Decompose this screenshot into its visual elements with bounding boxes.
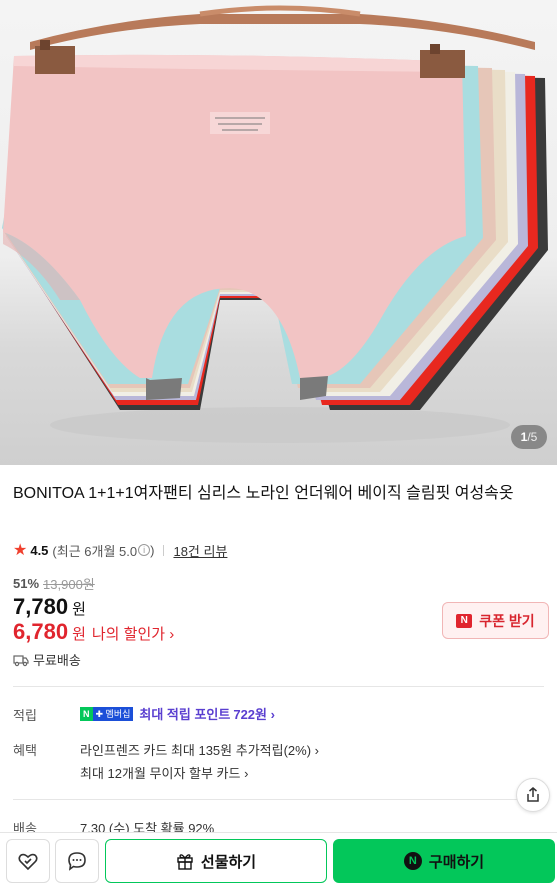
panty-stack bbox=[2, 54, 548, 410]
review-link[interactable]: 18건 리뷰 bbox=[173, 541, 227, 560]
divider bbox=[13, 799, 544, 800]
image-counter-current: 1 bbox=[520, 430, 528, 444]
rating-recent-end: ) bbox=[150, 542, 155, 558]
product-image-gallery[interactable]: 1 / 5 bbox=[0, 0, 557, 465]
wishlist-icon bbox=[18, 853, 38, 871]
coupon-button[interactable]: N 쿠폰 받기 bbox=[442, 602, 549, 639]
rating-row: ★ 4.5 (최근 6개월 5.0 i ) 18건 리뷰 bbox=[13, 540, 227, 560]
my-price: 6,780 bbox=[13, 619, 69, 644]
share-button[interactable] bbox=[516, 778, 550, 812]
image-counter-total: 5 bbox=[530, 430, 538, 444]
truck-icon bbox=[13, 654, 29, 666]
benefit-installment[interactable]: 최대 12개월 무이자 할부 카드 › bbox=[80, 763, 248, 782]
points-value: 722원 › bbox=[233, 707, 275, 722]
chat-icon bbox=[68, 852, 86, 871]
rating-score: 4.5 bbox=[30, 542, 49, 558]
shipping-row: 무료배송 bbox=[13, 650, 81, 669]
discount-row: 51% 13,900원 bbox=[13, 574, 95, 593]
my-price-row[interactable]: 6,780 원 나의 할인가 › bbox=[13, 619, 174, 645]
rating-recent: (최근 6개월 5.0 bbox=[52, 543, 138, 559]
my-price-label[interactable]: 나의 할인가 › bbox=[92, 623, 174, 644]
points-text: 최대 적립 포인트 bbox=[139, 707, 231, 722]
naver-n-badge: N bbox=[80, 706, 93, 721]
gift-label: 선물하기 bbox=[200, 853, 257, 871]
chat-button[interactable] bbox=[55, 839, 99, 883]
my-price-unit: 원 bbox=[72, 626, 86, 643]
membership-badge: ✚ 멤버십 bbox=[92, 706, 134, 721]
gift-icon bbox=[177, 854, 193, 870]
shipping-text: 무료배송 bbox=[33, 653, 81, 668]
points-row[interactable]: N ✚ 멤버십 최대 적립 포인트 722원 › bbox=[80, 704, 275, 723]
naver-n-icon: N bbox=[456, 613, 473, 628]
buy-label: 구매하기 bbox=[428, 853, 485, 871]
product-title: BONITOA 1+1+1여자팬티 심리스 노라인 언더웨어 베이직 슬림핏 여… bbox=[13, 485, 514, 502]
buy-button[interactable]: N 구매하기 bbox=[333, 839, 555, 883]
wishlist-button[interactable] bbox=[6, 839, 50, 883]
divider bbox=[13, 686, 544, 687]
coupon-label: 쿠폰 받기 bbox=[479, 612, 535, 629]
gift-button[interactable]: 선물하기 bbox=[105, 839, 327, 883]
naver-n-icon: N bbox=[403, 852, 422, 870]
points-label: 적립 bbox=[13, 708, 37, 723]
benefit-label: 혜택 bbox=[13, 743, 37, 758]
product-photo bbox=[2, 5, 548, 443]
sale-price: 7,780 bbox=[13, 594, 69, 619]
bottom-action-bar: 선물하기 N 구매하기 bbox=[0, 832, 557, 894]
divider bbox=[163, 544, 165, 556]
naver-membership-badge: N ✚ 멤버십 bbox=[80, 706, 134, 721]
sale-price-row: 7,780 원 bbox=[13, 594, 86, 620]
image-counter: 1 / 5 bbox=[511, 425, 547, 449]
star-icon: ★ bbox=[13, 542, 28, 559]
original-price: 13,900원 bbox=[43, 577, 95, 592]
sale-price-unit: 원 bbox=[72, 601, 86, 618]
info-icon[interactable]: i bbox=[138, 544, 151, 556]
share-icon bbox=[527, 787, 539, 802]
discount-rate: 51% bbox=[13, 576, 40, 591]
benefit-card-points[interactable]: 라인프렌즈 카드 최대 135원 추가적립(2%) › bbox=[80, 740, 319, 759]
